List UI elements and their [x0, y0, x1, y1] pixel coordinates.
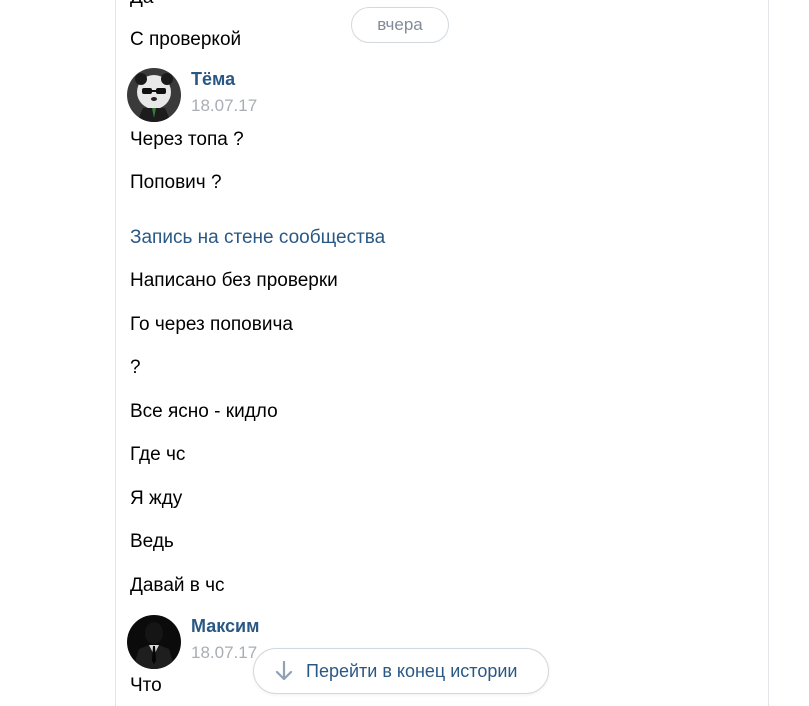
panda-avatar[interactable] [127, 68, 181, 122]
day-separator-pill: вчера [351, 7, 449, 43]
history-left-border [115, 0, 116, 706]
message-date[interactable]: 18.07.17 [191, 642, 257, 664]
message-author[interactable]: Тёма [191, 68, 235, 90]
message-text: Да [130, 0, 153, 10]
history-right-border [768, 0, 769, 706]
message-text: Я жду [130, 488, 183, 509]
message-text: Через топа ? [130, 129, 244, 150]
suit-avatar[interactable] [127, 615, 181, 669]
message-text: Где чс [130, 444, 186, 465]
message-text: Что [130, 675, 162, 696]
message-text: Попович ? [130, 172, 222, 193]
jump-to-end-label: Перейти в конец истории [306, 660, 518, 681]
chat-history: Да С проверкой вчера Тёма 18.07.17 Через… [0, 0, 809, 706]
message-text: Го через поповича [130, 314, 293, 335]
message-date[interactable]: 18.07.17 [191, 95, 257, 117]
message-text: ? [130, 357, 141, 378]
arrow-down-icon [274, 660, 294, 682]
message-text: Все ясно - кидло [130, 401, 278, 422]
message-text: Давай в чс [130, 575, 225, 596]
jump-to-end-button[interactable]: Перейти в конец истории [253, 648, 549, 694]
wall-post-link[interactable]: Запись на стене сообщества [130, 226, 385, 250]
message-text: Написано без проверки [130, 270, 338, 291]
message-text: С проверкой [130, 29, 242, 50]
message-author[interactable]: Максим [191, 615, 259, 637]
message-text: Ведь [130, 531, 174, 552]
